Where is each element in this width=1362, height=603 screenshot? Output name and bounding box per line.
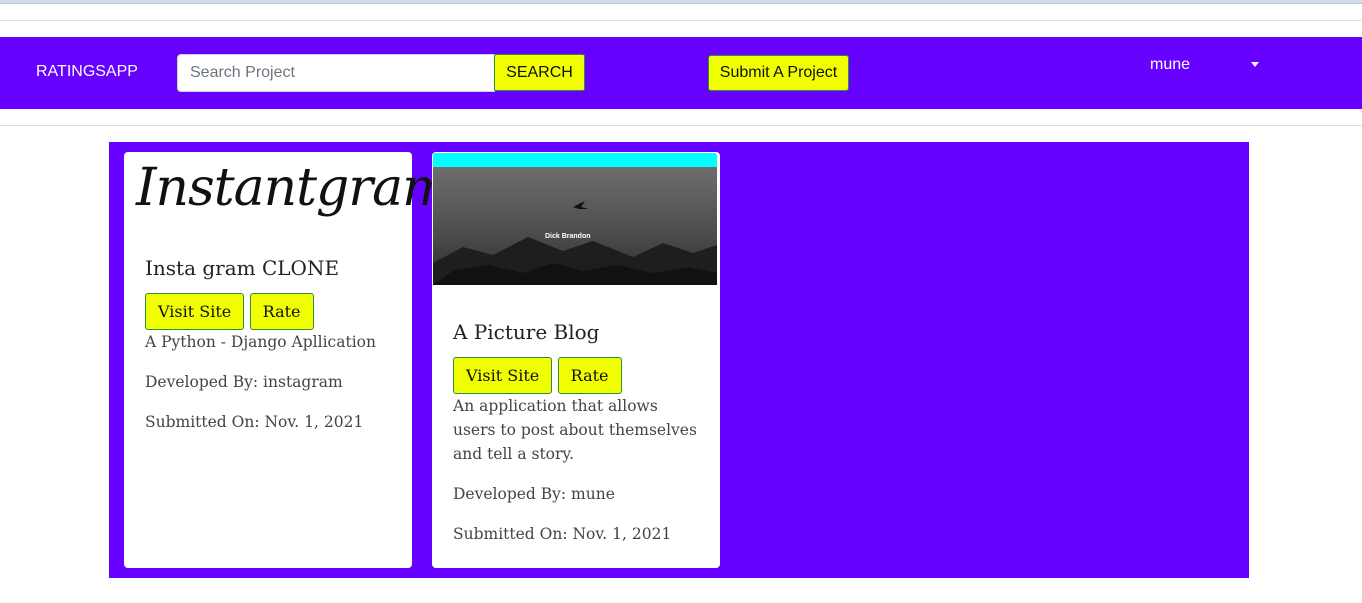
project-image: Instantgram bbox=[136, 158, 451, 218]
divider bbox=[0, 20, 1362, 21]
navbar: RATINGSAPP SEARCH Submit A Project mune bbox=[0, 37, 1362, 109]
project-submitted-date: Submitted On: Nov. 1, 2021 bbox=[145, 413, 364, 431]
thumbnail-footer bbox=[433, 285, 717, 299]
submit-project-button[interactable]: Submit A Project bbox=[708, 55, 849, 91]
mountain-illustration bbox=[433, 201, 717, 285]
search-input[interactable] bbox=[177, 54, 495, 92]
project-description: An application that allows users to post… bbox=[453, 397, 697, 463]
thumbnail-navbar bbox=[433, 153, 717, 167]
project-actions: Visit Site Rate bbox=[145, 293, 315, 330]
project-title: Insta gram CLONE bbox=[145, 256, 340, 280]
user-dropdown[interactable]: mune bbox=[1150, 56, 1190, 74]
project-submitted-date: Submitted On: Nov. 1, 2021 bbox=[453, 525, 672, 543]
visit-site-button[interactable]: Visit Site bbox=[453, 357, 553, 394]
project-card: Instantgram Insta gram CLONE Visit Site … bbox=[124, 152, 451, 568]
project-description: A Python - Django Apllication bbox=[145, 333, 376, 351]
thumbnail-quote-author: Dick Brandon bbox=[545, 233, 591, 240]
project-developer: Developed By: mune bbox=[453, 485, 615, 503]
rate-button[interactable]: Rate bbox=[557, 357, 622, 394]
chevron-down-icon[interactable] bbox=[1251, 62, 1259, 67]
brand-link[interactable]: RATINGSAPP bbox=[36, 63, 138, 81]
project-actions: Visit Site Rate bbox=[453, 357, 623, 394]
project-image: Dick Brandon bbox=[433, 153, 717, 299]
project-developer: Developed By: instagram bbox=[145, 373, 343, 391]
project-title: A Picture Blog bbox=[453, 320, 600, 344]
browser-top-strip bbox=[0, 0, 1362, 4]
project-card: Dick Brandon A Picture Blog Visit Site R… bbox=[432, 152, 720, 568]
thumbnail-mountain-scene: Dick Brandon bbox=[433, 167, 717, 285]
search-button[interactable]: SEARCH bbox=[494, 54, 585, 91]
projects-container: Instantgram Insta gram CLONE Visit Site … bbox=[109, 142, 1249, 578]
rate-button[interactable]: Rate bbox=[249, 293, 314, 330]
visit-site-button[interactable]: Visit Site bbox=[145, 293, 245, 330]
divider bbox=[0, 125, 1362, 126]
